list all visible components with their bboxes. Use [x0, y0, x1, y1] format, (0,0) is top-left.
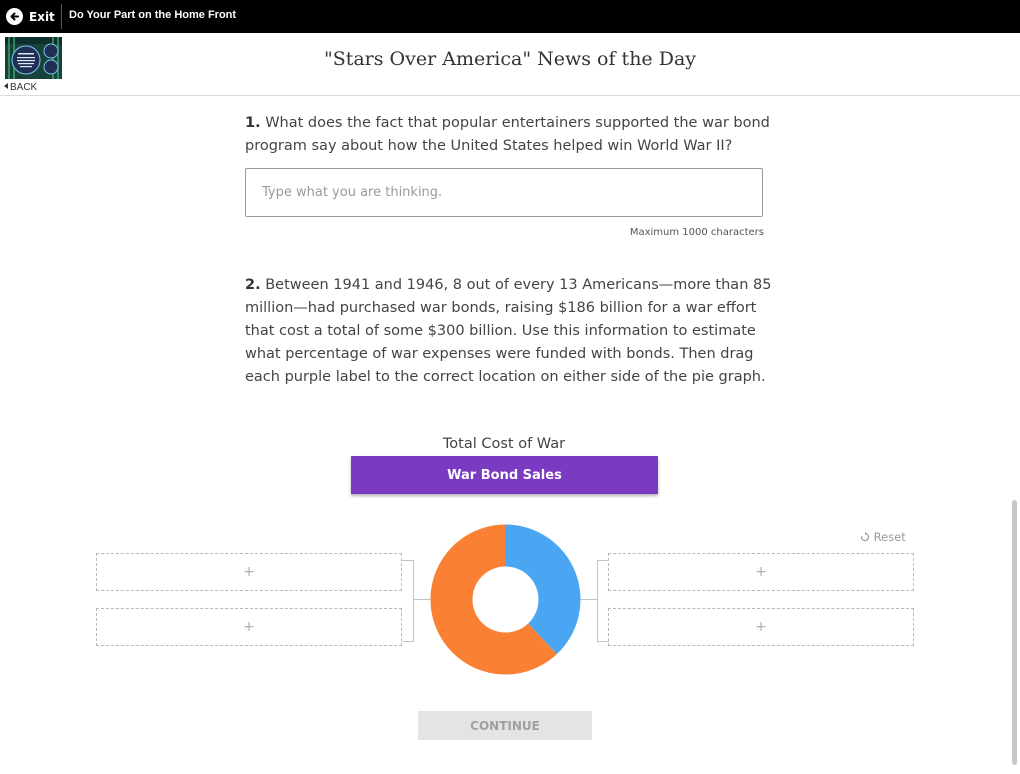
drop-zone-right-bottom[interactable]: +	[608, 608, 914, 646]
cost-of-war-pie-chart	[430, 524, 581, 675]
reset-button[interactable]: Reset	[860, 530, 906, 544]
drop-zone-left-bottom[interactable]: +	[96, 608, 402, 646]
top-bar: Exit Do Your Part on the Home Front	[0, 0, 1020, 33]
right-bracket	[597, 560, 609, 642]
max-characters-note: Maximum 1000 characters	[629, 227, 764, 238]
arrow-left-circle-icon	[6, 8, 23, 25]
drop-zone-right-top[interactable]: +	[608, 553, 914, 591]
back-link[interactable]: BACK	[4, 82, 37, 93]
back-label: BACK	[10, 82, 38, 93]
question-1-number: 1.	[245, 115, 261, 131]
reset-label: Reset	[873, 530, 906, 544]
drop-zone-left-top[interactable]: +	[96, 553, 402, 591]
exit-button[interactable]: Exit	[6, 0, 60, 33]
exit-label: Exit	[29, 9, 55, 24]
page-title: "Stars Over America" News of the Day	[323, 48, 697, 70]
caret-left-icon	[4, 83, 8, 89]
scrollbar[interactable]	[1012, 500, 1017, 765]
war-bond-sales-label[interactable]: War Bond Sales	[351, 456, 658, 494]
question-1-text: What does the fact that popular entertai…	[245, 115, 770, 154]
topbar-divider	[61, 4, 62, 29]
chart-title: Total Cost of War	[442, 436, 566, 452]
left-bracket	[402, 560, 414, 642]
question-2-number: 2.	[245, 277, 261, 293]
question-2: 2. Between 1941 and 1946, 8 out of every…	[245, 274, 775, 389]
continue-button[interactable]: CONTINUE	[418, 711, 592, 740]
question-2-text: Between 1941 and 1946, 8 out of every 13…	[245, 277, 772, 385]
activity-title: Do Your Part on the Home Front	[69, 9, 237, 21]
donut-hole	[472, 566, 539, 633]
refresh-icon	[860, 530, 874, 544]
page-header: BACK "Stars Over America" News of the Da…	[0, 33, 1020, 96]
answer-input[interactable]	[245, 168, 763, 217]
question-1: 1. What does the fact that popular enter…	[245, 112, 775, 158]
